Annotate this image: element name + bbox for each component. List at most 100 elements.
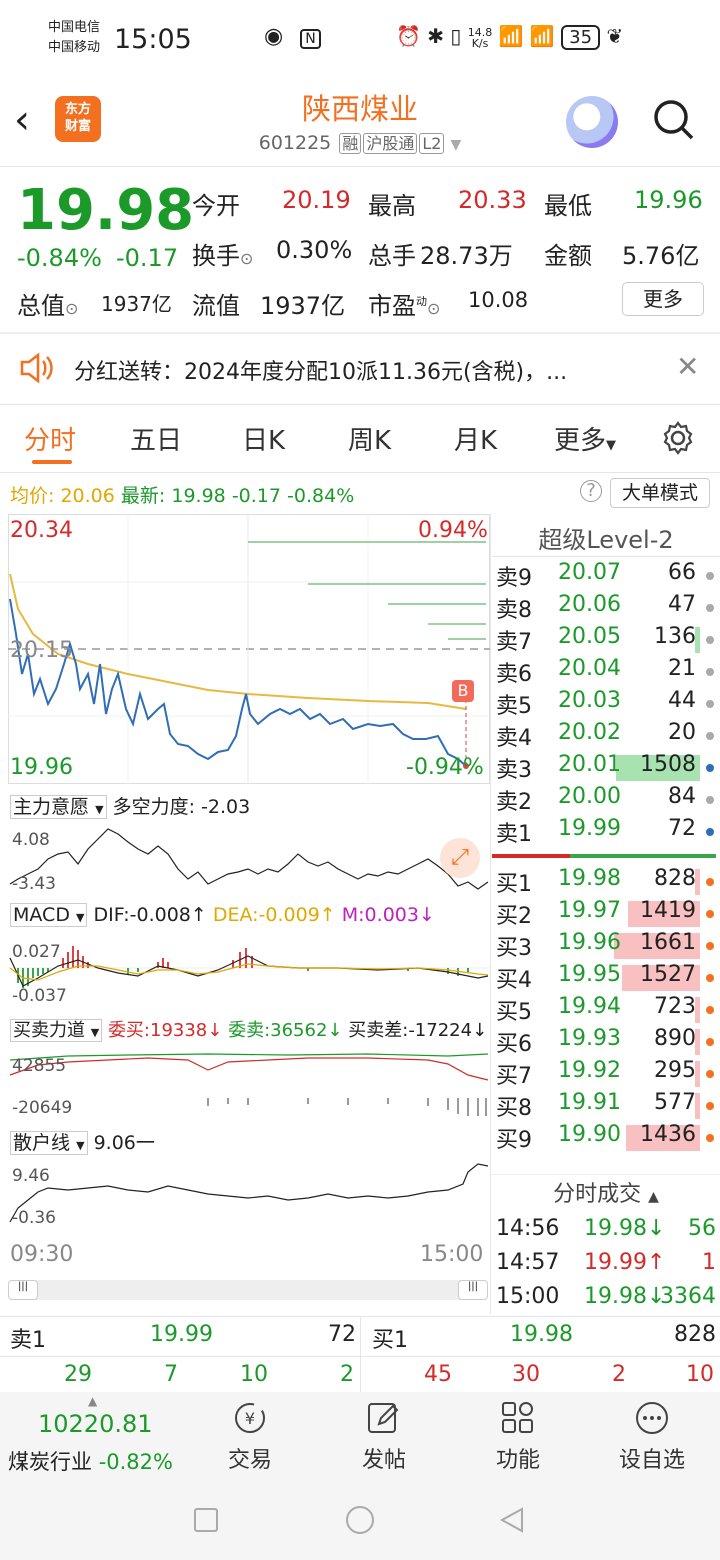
info-icon[interactable]: ⊙	[427, 299, 440, 318]
chart-top-price: 20.34	[10, 518, 73, 543]
bid-price: 19.95	[558, 962, 621, 987]
chart-top-pct: 0.94%	[418, 518, 488, 543]
indicator-3-select[interactable]: 买卖力道 ▼	[10, 1019, 103, 1042]
nav-post[interactable]: 发帖	[324, 1396, 444, 1474]
bid-label: 买2	[496, 904, 532, 929]
ask-volume: 1508	[640, 752, 696, 777]
nav-add-watchlist[interactable]: 设自选	[592, 1396, 712, 1474]
nav-post-label: 发帖	[361, 1448, 406, 1473]
tick-price: 19.98↓	[584, 1216, 666, 1241]
bid-volume: 1661	[640, 930, 696, 955]
bid-row[interactable]: 买3 19.96 1661	[492, 930, 720, 962]
ask-volume: 47	[668, 592, 696, 617]
indicator-1-select[interactable]: 主力意愿 ▼	[10, 795, 107, 819]
ask-volume: 21	[668, 656, 696, 681]
order-book: 卖9 20.07 66 卖8 20.06 47 卖7 20.05 136 卖6 20.04 21 卖5 2…	[492, 0, 720, 1200]
nfc-icon: N	[300, 29, 321, 49]
expand-icon[interactable]: ⤢	[440, 838, 480, 878]
carrier-1: 中国电信	[48, 20, 101, 35]
indicator-3-top: 42855	[12, 1056, 67, 1076]
turnover-label: 换手⊙	[192, 242, 254, 270]
caret-down-icon[interactable]: ▼	[450, 137, 461, 153]
scroll-handle-right[interactable]: |||	[458, 1280, 488, 1300]
indicator-4-select[interactable]: 散户线 ▼	[10, 1131, 88, 1155]
recent-apps-icon[interactable]	[194, 1508, 218, 1532]
ask-row[interactable]: 卖4 20.02 20	[492, 720, 720, 752]
indicator-4-header: 散户线 ▼ 9.06一	[10, 1128, 155, 1155]
nav-trade-label: 交易	[227, 1448, 272, 1473]
tick-time: 14:57	[496, 1250, 560, 1275]
svg-text:¥: ¥	[245, 1409, 255, 1428]
eye-icon: ◉	[264, 24, 284, 49]
last-price: 19.98	[17, 178, 195, 243]
ask-price: 19.99	[558, 816, 621, 841]
edit-icon	[368, 1403, 399, 1433]
chart-bottom-pct: -0.94%	[406, 755, 484, 780]
indicator-1-value: 多空力度: -2.03	[112, 796, 251, 818]
bid-price: 19.98	[558, 866, 621, 891]
bid-row[interactable]: 买7 19.92 295	[492, 1058, 720, 1090]
tick-time: 14:56	[496, 1216, 560, 1241]
macd-chart	[8, 946, 490, 988]
caret-up-icon[interactable]: ▲	[88, 1394, 97, 1408]
bid-row[interactable]: 买8 19.91 577	[492, 1090, 720, 1122]
buy-marker[interactable]: B	[452, 680, 474, 702]
nav-trade[interactable]: ¥ 交易	[190, 1396, 310, 1474]
order-dot	[706, 1038, 714, 1046]
tab-indicator	[32, 460, 72, 464]
open-value: 20.19	[282, 186, 351, 214]
red-num-3: 2	[612, 1362, 626, 1387]
ticks-header[interactable]: 分时成交 ▲	[492, 1174, 720, 1214]
bid-price: 19.94	[558, 994, 621, 1019]
ask-row[interactable]: 卖3 20.01 1508	[492, 752, 720, 784]
tab-intraday[interactable]: 分时	[24, 420, 76, 457]
tab-month-k[interactable]: 月K	[454, 420, 497, 457]
info-icon[interactable]: ⊙	[65, 299, 78, 318]
ask-bid-separator-green	[570, 854, 716, 858]
change-abs: -0.17	[116, 244, 179, 272]
avg-price: 20.06	[60, 485, 115, 507]
home-icon[interactable]	[346, 1506, 374, 1534]
indicator-4-bottom: -0.36	[12, 1208, 56, 1228]
book-divider	[490, 514, 491, 1314]
bid-row[interactable]: 买9 19.90 1436	[492, 1122, 720, 1154]
tick-row: 14:57 19.99↑ 1	[492, 1250, 720, 1284]
tab-day-k[interactable]: 日K	[242, 420, 285, 457]
float-label: 流值	[192, 292, 240, 320]
chart-scrollbar[interactable]: ||| |||	[8, 1280, 488, 1300]
ask-row[interactable]: 卖7 20.05 136	[492, 624, 720, 656]
chart-bottom-price: 19.96	[10, 755, 73, 780]
ask-row[interactable]: 卖8 20.06 47	[492, 592, 720, 624]
time-start: 09:30	[10, 1242, 74, 1267]
industry-index-value[interactable]: 10220.81	[38, 1410, 153, 1438]
order-dot	[706, 572, 714, 580]
bid-row[interactable]: 买4 19.95 1527	[492, 962, 720, 994]
indicator-2-select[interactable]: MACD ▼	[10, 903, 88, 927]
ask-row[interactable]: 卖5 20.03 44	[492, 688, 720, 720]
bid-row[interactable]: 买5 19.94 723	[492, 994, 720, 1026]
ask-row[interactable]: 卖6 20.04 21	[492, 656, 720, 688]
ask-volume: 136	[654, 624, 696, 649]
bid-price: 19.90	[558, 1122, 621, 1147]
bid-label: 买8	[496, 1096, 532, 1121]
back-nav-icon[interactable]	[498, 1506, 526, 1534]
ask-volume: 66	[668, 560, 696, 585]
indicator-4-chart	[9, 1163, 489, 1223]
industry-index[interactable]: 煤炭行业 -0.82%	[8, 1446, 173, 1476]
scroll-handle-left[interactable]: |||	[8, 1280, 38, 1300]
tab-week-k[interactable]: 周K	[348, 420, 391, 457]
info-icon[interactable]: ⊙	[240, 249, 253, 268]
ask-row[interactable]: 卖1 19.99 72	[492, 816, 720, 848]
nav-functions[interactable]: 功能	[458, 1396, 578, 1474]
ask-label: 卖3	[496, 758, 532, 783]
macd-m: M:0.003↓	[341, 904, 435, 926]
bid-row[interactable]: 买2 19.97 1419	[492, 898, 720, 930]
bid-label: 买1	[496, 872, 532, 897]
bid-row[interactable]: 买1 19.98 828	[492, 866, 720, 898]
ask-row[interactable]: 卖9 20.07 66	[492, 560, 720, 592]
ask-volume: 20	[668, 720, 696, 745]
tab-5day[interactable]: 五日	[130, 420, 182, 457]
indicator-3-header: 买卖力道 ▼ 委买:19338↓ 委卖:36562↓ 买卖差:-17224↓	[10, 1016, 487, 1042]
ask-row[interactable]: 卖2 20.00 84	[492, 784, 720, 816]
bid-row[interactable]: 买6 19.93 890	[492, 1026, 720, 1058]
